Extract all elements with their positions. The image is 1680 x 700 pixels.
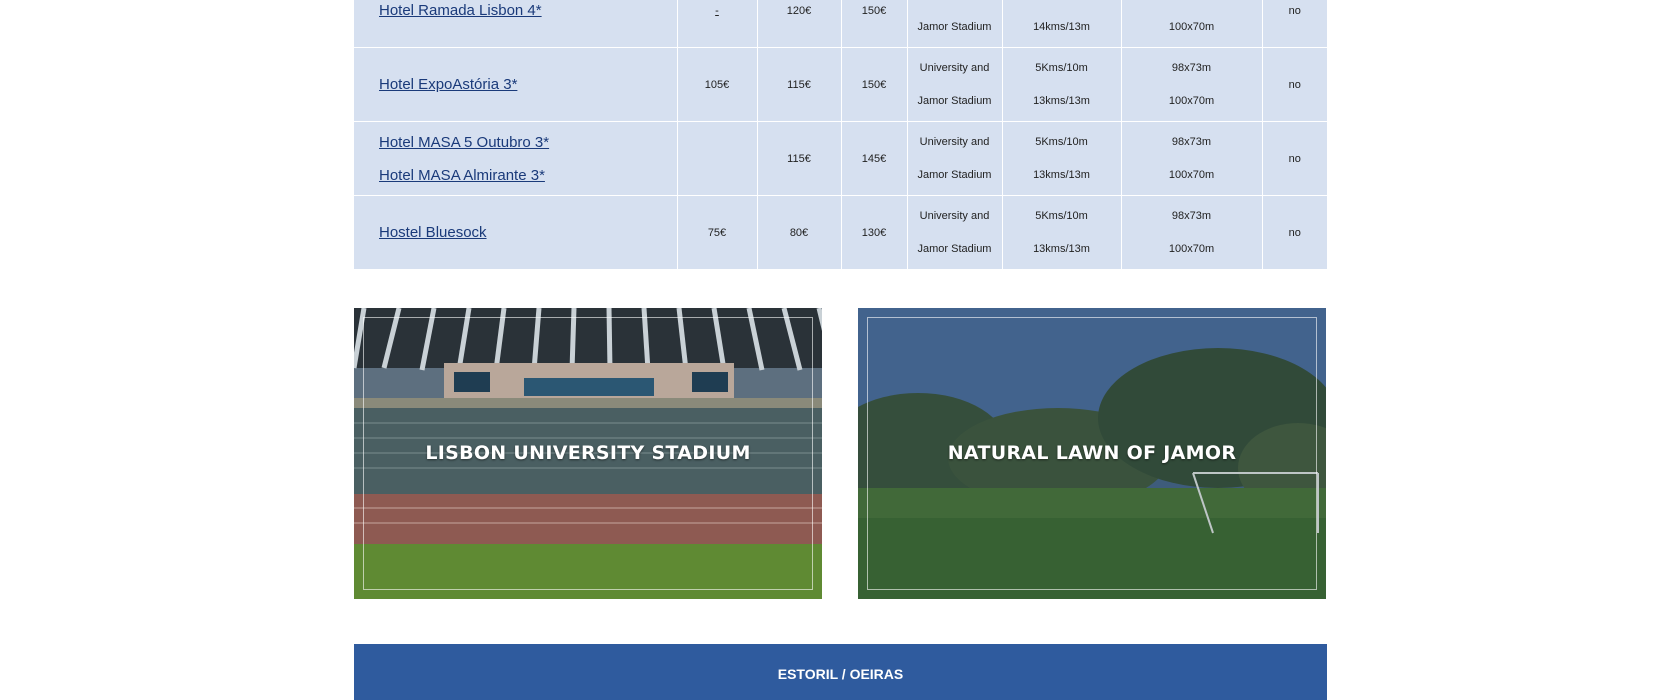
- price-b-cell: 115€: [757, 121, 842, 196]
- extra-cell-value: no: [1288, 226, 1301, 239]
- distance-cell-line: 5Kms/10m: [1035, 61, 1088, 74]
- field-size-cell: 98x73m 100x70m: [1121, 195, 1263, 270]
- venue-cell: University and Jamor Stadium: [907, 47, 1003, 122]
- hotel-link[interactable]: Hotel ExpoAstória 3*: [379, 76, 677, 93]
- distance-cell-line: 14kms/13m: [1033, 20, 1090, 33]
- hotels-table: Hotel Ramada Lisbon 4* - 120€ 150€ Universit…: [354, 0, 1327, 270]
- hotel-link[interactable]: Hotel Ramada Lisbon 4*: [379, 2, 677, 19]
- hotels-table-container: Hotel Ramada Lisbon 4* - 120€ 150€ Universit…: [354, 0, 1327, 270]
- price-c-cell-value: 145€: [861, 152, 887, 165]
- extra-cell-value: no: [1288, 152, 1301, 165]
- venue-cell-line: Jamor Stadium: [917, 242, 992, 255]
- distance-cell-line: 13kms/13m: [1033, 242, 1090, 255]
- field-size-cell: 98x73m 100x70m: [1121, 121, 1263, 196]
- table-row: Hotel ExpoAstória 3* 105€ 115€ 150€ Universi…: [354, 47, 1327, 122]
- extra-cell: no: [1262, 121, 1327, 196]
- price-b-cell: 115€: [757, 47, 842, 122]
- venue-cell: University and Jamor Stadium: [907, 121, 1003, 196]
- section-title: ESTORIL / OEIRAS: [777, 666, 904, 682]
- price-a-cell: 75€: [677, 195, 758, 270]
- price-c-cell: 130€: [841, 195, 908, 270]
- extra-cell: no: [1262, 0, 1327, 48]
- distance-cell: 5Kms/10m14kms/13m: [1002, 0, 1122, 48]
- price-b-cell-value: 115€: [787, 152, 811, 165]
- card-caption: NATURAL LAWN OF JAMOR: [947, 442, 1237, 464]
- extra-cell: no: [1262, 47, 1327, 122]
- price-a-cell: 105€: [677, 47, 758, 122]
- hotel-name-cell: Hotel Ramada Lisbon 4*: [354, 0, 678, 48]
- distance-cell-line: 13kms/13m: [1033, 168, 1090, 181]
- extra-cell-value: no: [1288, 4, 1301, 17]
- field-size-cell-line: 100x70m: [1168, 94, 1215, 107]
- distance-cell-line: 5Kms/10m: [1035, 135, 1088, 148]
- venue-cell-line: University and: [919, 209, 990, 222]
- price-a-cell-value: 105€: [704, 78, 730, 91]
- field-size-cell-line: 98x73m: [1171, 209, 1212, 222]
- natural-lawn-of-jamor-card[interactable]: NATURAL LAWN OF JAMOR: [858, 308, 1326, 599]
- hotel-link[interactable]: Hotel MASA 5 Outubro 3*: [379, 134, 677, 151]
- field-size-cell-line: 98x73m: [1171, 135, 1212, 148]
- venue-cell-line: Jamor Stadium: [917, 20, 992, 33]
- table-row: Hotel Ramada Lisbon 4* - 120€ 150€ Universit…: [354, 0, 1327, 48]
- distance-cell-line: 5Kms/10m: [1035, 209, 1088, 222]
- hotel-link[interactable]: Hotel MASA Almirante 3*: [379, 167, 677, 184]
- price-c-cell: 150€: [841, 47, 908, 122]
- price-c-cell: 150€: [841, 0, 908, 48]
- extra-cell: no: [1262, 195, 1327, 270]
- price-c-cell: 145€: [841, 121, 908, 196]
- price-a-cell-value: -: [715, 4, 719, 17]
- table-row: Hotel MASA 5 Outubro 3* Hotel MASA Almir…: [354, 121, 1327, 196]
- price-c-cell-value: 150€: [861, 4, 887, 17]
- hotel-name-cell: Hotel ExpoAstória 3*: [354, 47, 678, 122]
- extra-cell-value: no: [1288, 78, 1301, 91]
- table-row: Hostel Bluesock 75€ 80€ 130€ University and J…: [354, 195, 1327, 270]
- price-b-cell-value: 115€: [787, 78, 811, 91]
- price-b-cell: 120€: [757, 0, 842, 48]
- field-size-cell: 98x73m100x70m: [1121, 0, 1263, 48]
- field-size-cell-line: 100x70m: [1168, 168, 1215, 181]
- hotel-name-cell: Hostel Bluesock: [354, 195, 678, 270]
- estoril-oeiras-section-bar: ESTORIL / OEIRAS: [354, 644, 1327, 700]
- venue-cell-line: University and: [919, 61, 990, 74]
- hotel-name-cell: Hotel MASA 5 Outubro 3* Hotel MASA Almir…: [354, 121, 678, 196]
- price-b-cell-value: 120€: [786, 4, 812, 17]
- price-a-cell-value: 75€: [707, 226, 727, 239]
- venue-cell-line: Jamor Stadium: [917, 94, 992, 107]
- distance-cell-line: 13kms/13m: [1033, 94, 1090, 107]
- distance-cell: 5Kms/10m 13kms/13m: [1002, 47, 1122, 122]
- price-b-cell-value: 80€: [789, 226, 809, 239]
- distance-cell: 5Kms/10m 13kms/13m: [1002, 121, 1122, 196]
- field-size-cell-line: 98x73m: [1171, 61, 1212, 74]
- card-caption: LISBON UNIVERSITY STADIUM: [425, 442, 751, 464]
- venue-cell: University and Jamor Stadium: [907, 195, 1003, 270]
- price-a-cell: -: [677, 0, 758, 48]
- distance-cell: 5Kms/10m 13kms/13m: [1002, 195, 1122, 270]
- venue-cell-line: Jamor Stadium: [917, 168, 992, 181]
- field-size-cell-line: 100x70m: [1168, 20, 1215, 33]
- venue-cell-line: University and: [919, 135, 990, 148]
- field-size-cell-line: 100x70m: [1168, 242, 1215, 255]
- venue-cell: University andJamor Stadium: [907, 0, 1003, 48]
- hotel-link[interactable]: Hostel Bluesock: [379, 224, 677, 241]
- price-c-cell-value: 130€: [861, 226, 887, 239]
- price-b-cell: 80€: [757, 195, 842, 270]
- field-size-cell: 98x73m 100x70m: [1121, 47, 1263, 122]
- lisbon-university-stadium-card[interactable]: LISBON UNIVERSITY STADIUM: [354, 308, 822, 599]
- price-c-cell-value: 150€: [861, 78, 887, 91]
- price-a-cell: [677, 121, 758, 196]
